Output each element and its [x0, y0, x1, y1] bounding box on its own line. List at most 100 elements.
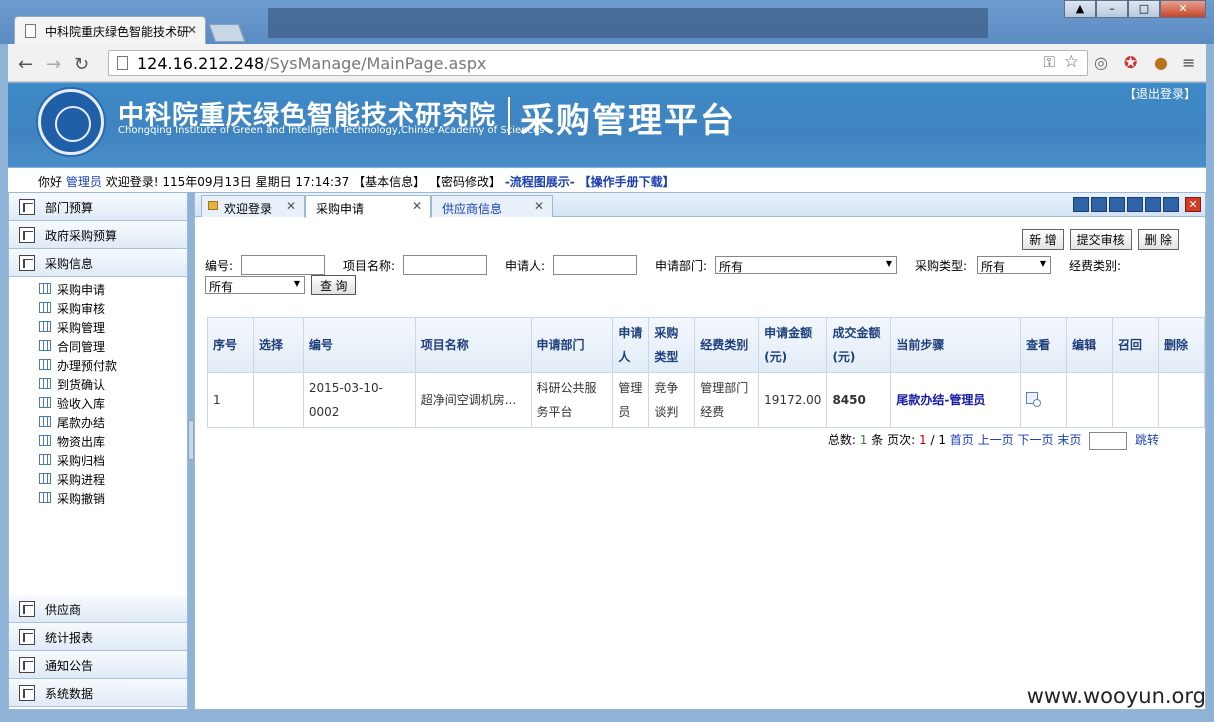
submenu-label: 物资出库 [57, 435, 106, 449]
tab-prev-icon[interactable] [1127, 197, 1143, 212]
submenu-label: 采购审核 [57, 302, 106, 316]
cell-delete [1157, 372, 1206, 428]
submenu-item[interactable]: 办理预付款 [9, 355, 187, 374]
user-icon[interactable]: ▲ [1064, 0, 1096, 18]
menu-icon[interactable]: ≡ [1182, 53, 1195, 72]
menu-dept-budget[interactable]: 部门预算 [9, 193, 187, 221]
minimize-button[interactable]: – [1096, 0, 1128, 18]
tab-menu-icon[interactable] [1073, 197, 1089, 212]
jump-page-input[interactable] [1089, 431, 1128, 450]
menu-notices[interactable]: 通知公告 [9, 651, 187, 679]
extension-badge-icon[interactable]: ✪ [1124, 53, 1137, 72]
submenu-item[interactable]: 采购归档 [9, 450, 187, 469]
back-icon[interactable]: ← [18, 54, 33, 75]
fund-select[interactable]: 所有 [205, 276, 305, 294]
menu-label: 部门预算 [45, 201, 94, 215]
logout-link[interactable]: 【退出登录】 [1124, 85, 1196, 102]
tab-supplier-info[interactable]: 供应商信息 ✕ [431, 195, 553, 217]
tab-last-icon[interactable] [1163, 197, 1179, 212]
submenu-item[interactable]: 采购申请 [9, 279, 187, 298]
col-code: 编号 [302, 317, 416, 373]
grid-icon [39, 283, 51, 294]
cookie-icon[interactable]: ● [1154, 53, 1168, 72]
dept-select[interactable]: 所有 [715, 256, 897, 274]
col-fund: 经费类别 [694, 317, 760, 373]
project-label: 项目名称: [343, 259, 396, 273]
flow-chart-link[interactable]: -流程图展示- [505, 175, 575, 189]
last-page-link[interactable]: 末页 [1057, 433, 1081, 447]
grid-icon [39, 416, 51, 427]
basic-info-link[interactable]: 【基本信息】 [353, 175, 425, 189]
close-tab-icon[interactable]: ✕ [412, 199, 422, 213]
system-title: 采购管理平台 [520, 101, 736, 141]
close-all-tabs-icon[interactable]: ✕ [1185, 197, 1201, 212]
tab-next-icon[interactable] [1145, 197, 1161, 212]
view-detail-icon[interactable] [1026, 392, 1042, 407]
password-change-link[interactable]: 【密码修改】 [429, 175, 501, 189]
menu-statistics[interactable]: 统计报表 [9, 623, 187, 651]
submenu-item[interactable]: 物资出库 [9, 431, 187, 450]
code-input[interactable] [241, 255, 325, 275]
institute-logo [38, 89, 104, 155]
close-window-button[interactable]: ✕ [1160, 0, 1206, 18]
address-bar[interactable]: 124.16.212.248/SysManage/MainPage.aspx ⚿… [108, 50, 1088, 76]
submenu-label: 验收入库 [57, 397, 106, 411]
tab-welcome[interactable]: 欢迎登录 ✕ [201, 195, 305, 217]
submenu-item[interactable]: 合同管理 [9, 336, 187, 355]
cell-view[interactable] [1020, 372, 1068, 428]
close-tab-icon[interactable]: ✕ [534, 199, 544, 213]
applicant-input[interactable] [553, 255, 637, 275]
bookmark-star-icon[interactable]: ☆ [1064, 52, 1079, 72]
submenu-item[interactable]: 到货确认 [9, 374, 187, 393]
forward-icon[interactable]: → [46, 54, 61, 75]
prev-page-link[interactable]: 上一页 [978, 433, 1014, 447]
submenu-item[interactable]: 采购撤销 [9, 488, 187, 507]
submit-review-button[interactable]: 提交审核 [1069, 229, 1132, 250]
close-tab-icon[interactable]: ✕ [187, 23, 197, 37]
tab-edit-icon[interactable] [1109, 197, 1125, 212]
tab-purchase-request[interactable]: 采购申请 ✕ [305, 195, 431, 218]
menu-gov-budget[interactable]: 政府采购预算 [9, 221, 187, 249]
new-tab-button[interactable] [208, 24, 246, 42]
menu-icon [19, 657, 35, 673]
lock-icon [208, 201, 218, 210]
menu-procurement-info[interactable]: 采购信息 [9, 249, 187, 277]
cell-step[interactable]: 尾款办结-管理员 [890, 372, 1022, 428]
fund-value: 所有 [209, 280, 234, 294]
query-button[interactable]: 查 询 [311, 275, 357, 295]
menu-system-data[interactable]: 系统数据 [9, 679, 187, 707]
menu-supplier[interactable]: 供应商 [9, 595, 187, 623]
total-label: 总数: [827, 433, 856, 447]
jump-link[interactable]: 跳转 [1135, 433, 1159, 447]
username[interactable]: 管理员 [66, 175, 102, 189]
submenu-label: 尾款办结 [57, 416, 106, 430]
manual-download-link[interactable]: 【操作手册下载】 [579, 175, 675, 189]
submenu-item[interactable]: 采购审核 [9, 298, 187, 317]
close-tab-icon[interactable]: ✕ [286, 199, 296, 213]
action-buttons: 新 增 提交审核 删 除 [1022, 229, 1179, 250]
project-input[interactable] [403, 255, 487, 275]
cell-select[interactable] [252, 372, 304, 428]
purchase-table: 序号 选择 编号 项目名称 申请部门 申请人 采购类型 经费类别 申请金额(元)… [207, 317, 1206, 428]
tab-lock-icon[interactable] [1091, 197, 1107, 212]
cell-project: 超净间空调机房... [414, 372, 532, 428]
cell-seq: 1 [207, 372, 254, 428]
add-button[interactable]: 新 增 [1022, 229, 1064, 250]
extension-ring-icon[interactable]: ◎ [1094, 53, 1108, 72]
submenu-item[interactable]: 验收入库 [9, 393, 187, 412]
col-edit: 编辑 [1066, 317, 1114, 373]
col-project: 项目名称 [414, 317, 532, 373]
reload-icon[interactable]: ↻ [74, 54, 89, 75]
key-icon[interactable]: ⚿ [1044, 53, 1055, 71]
submenu-item[interactable]: 采购管理 [9, 317, 187, 336]
watermark: www.wooyun.org [1026, 684, 1206, 708]
type-select[interactable]: 所有 [977, 256, 1051, 274]
browser-tab[interactable]: 中科院重庆绿色智能技术研 ✕ [14, 16, 206, 46]
maximize-button[interactable]: □ [1128, 0, 1160, 18]
submenu-item[interactable]: 采购进程 [9, 469, 187, 488]
next-page-link[interactable]: 下一页 [1017, 433, 1053, 447]
submenu-item[interactable]: 尾款办结 [9, 412, 187, 431]
delete-button[interactable]: 删 除 [1137, 229, 1179, 250]
pagination: 总数: 1 条 页次: 1 / 1 首页 上一页 下一页 末页 跳转 [828, 431, 1159, 450]
first-page-link[interactable]: 首页 [950, 433, 974, 447]
